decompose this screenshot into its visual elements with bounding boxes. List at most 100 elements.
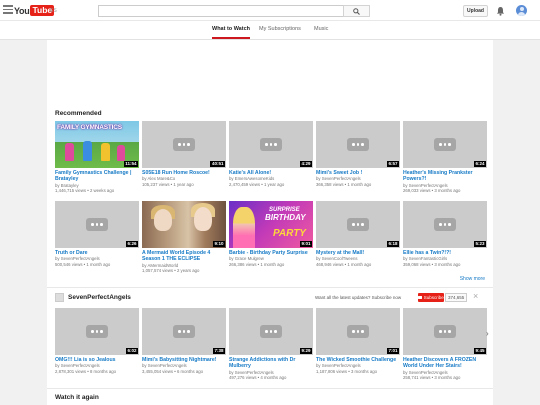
video-thumbnail[interactable]: 6:26 bbox=[55, 201, 139, 248]
thumbnail-banner: PARTY bbox=[273, 228, 306, 239]
video-card[interactable]: 9:45 Heather Discovers A FROZEN World Un… bbox=[403, 308, 487, 380]
logo-you-text: You bbox=[14, 5, 30, 16]
video-title[interactable]: Heather's Missing Prankster Powers?! bbox=[403, 170, 487, 183]
video-card[interactable]: 7:01 The Wicked Smoothie Challenge by Se… bbox=[316, 308, 400, 374]
video-stats: 3,455,054 views • 6 months ago bbox=[142, 368, 204, 374]
channel-name[interactable]: SevenPerfectAngels bbox=[68, 294, 131, 301]
video-card[interactable]: 6:57 Mimi's Sweet Job ! by SevenPerfectA… bbox=[316, 121, 400, 187]
video-card[interactable]: 5:23 Ellie has a Twin?!?! by SevenFantas… bbox=[403, 201, 487, 267]
masthead: You Tube ES Upload bbox=[0, 0, 540, 21]
video-thumbnail[interactable]: 40:51 bbox=[142, 121, 226, 168]
channel-avatar[interactable] bbox=[55, 293, 64, 302]
video-card[interactable]: 9:29 Strange Addictions with Dr Mulberry… bbox=[229, 308, 313, 380]
tab-music[interactable]: Music bbox=[314, 26, 328, 39]
video-title[interactable]: Family Gymnastics Challenge | Bratayley bbox=[55, 170, 139, 183]
video-duration: 9:01 bbox=[299, 241, 312, 247]
youtube-play-icon bbox=[418, 296, 423, 299]
video-thumbnail[interactable]: 9:10 bbox=[142, 201, 226, 248]
video-duration: 6:26 bbox=[125, 241, 138, 247]
video-stats: 1,446,715 views • 2 weeks ago bbox=[55, 187, 115, 193]
video-card[interactable]: 7:38 Mimi's Babysitting Nightmare! by Se… bbox=[142, 308, 226, 374]
video-thumbnail[interactable]: 9:45 bbox=[403, 308, 487, 355]
video-card[interactable]: SURPRISE BIRTHDAY PARTY 9:01 Barbie - Bi… bbox=[229, 201, 313, 267]
video-thumbnail[interactable]: 7:01 bbox=[316, 308, 400, 355]
subscribe-prompt: Want all the latest updates? Subscribe n… bbox=[315, 295, 402, 300]
video-card[interactable]: FAMILY GYMNASTICS 11:54 Family Gymnastic… bbox=[55, 121, 139, 193]
video-thumbnail[interactable]: SURPRISE BIRTHDAY PARTY 9:01 bbox=[229, 201, 313, 248]
feed-tabs: What to Watch My Subscriptions Music bbox=[0, 21, 540, 40]
thumbnail-banner: BIRTHDAY bbox=[265, 213, 306, 222]
video-thumbnail[interactable]: FAMILY GYMNASTICS 11:54 bbox=[55, 121, 139, 168]
tab-my-subscriptions[interactable]: My Subscriptions bbox=[259, 26, 301, 39]
thumbnail-placeholder-icon bbox=[434, 138, 456, 151]
video-duration: 5:23 bbox=[473, 241, 486, 247]
video-thumbnail[interactable]: 5:23 bbox=[403, 201, 487, 248]
video-card[interactable]: 4:29 Katie's All Alone! by EmersAwesomeK… bbox=[229, 121, 313, 187]
video-duration: 4:29 bbox=[299, 161, 312, 167]
video-thumbnail[interactable]: 9:29 bbox=[229, 308, 313, 355]
video-card[interactable]: 6:26 Truth or Dare by SevenPerfectAngels… bbox=[55, 201, 139, 267]
close-icon[interactable]: × bbox=[473, 291, 478, 301]
video-duration: 7:38 bbox=[212, 348, 225, 354]
video-stats: 266,386 views • 1 month ago bbox=[229, 261, 285, 267]
video-card[interactable]: 6:02 OMG!!! Lia is so Jealous by SevenPe… bbox=[55, 308, 139, 374]
video-duration: 6:24 bbox=[473, 161, 486, 167]
video-duration: 6:57 bbox=[386, 161, 399, 167]
thumbnail-placeholder-icon bbox=[347, 218, 369, 231]
video-stats: 105,237 views • 1 year ago bbox=[142, 181, 194, 187]
video-stats: 269,033 views • 3 months ago bbox=[403, 187, 461, 193]
subscriber-count: 374,655 bbox=[445, 293, 468, 302]
search-icon bbox=[353, 7, 360, 15]
video-card[interactable]: 9:10 A Mermaid World Episode 4 Season 1 … bbox=[142, 201, 226, 273]
video-thumbnail[interactable]: 6:02 bbox=[55, 308, 139, 355]
video-stats: 258,741 views • 3 months ago bbox=[403, 374, 461, 380]
video-thumbnail[interactable]: 4:29 bbox=[229, 121, 313, 168]
video-duration: 6:02 bbox=[125, 348, 138, 354]
video-stats: 497,276 views • 4 months ago bbox=[229, 374, 287, 380]
video-title[interactable]: Heather Discovers A FROZEN World Under H… bbox=[403, 357, 487, 370]
search-button[interactable] bbox=[343, 5, 370, 17]
thumbnail-placeholder-icon bbox=[434, 325, 456, 338]
video-card[interactable]: 6:18 Mystery at the Mall! by SevenCoolTw… bbox=[316, 201, 400, 267]
subscribe-button[interactable]: Subscribe bbox=[418, 293, 444, 302]
video-title[interactable]: A Mermaid World Episode 4 Season 1 THE E… bbox=[142, 250, 226, 263]
thumbnail-placeholder-icon bbox=[260, 138, 282, 151]
video-stats: 366,358 views • 1 month ago bbox=[316, 181, 372, 187]
region-code: ES bbox=[50, 8, 57, 14]
tab-what-to-watch[interactable]: What to Watch bbox=[212, 26, 250, 39]
account-avatar-icon[interactable] bbox=[516, 5, 527, 16]
thumbnail-placeholder-icon bbox=[434, 218, 456, 231]
video-duration: 6:18 bbox=[386, 241, 399, 247]
recommended-title: Recommended bbox=[55, 110, 102, 117]
video-stats: 1,187,806 views • 3 months ago bbox=[316, 368, 378, 374]
section-divider bbox=[47, 388, 493, 389]
upload-button[interactable]: Upload bbox=[463, 5, 488, 17]
video-card[interactable]: 6:24 Heather's Missing Prankster Powers?… bbox=[403, 121, 487, 193]
video-duration: 11:54 bbox=[123, 161, 138, 167]
youtube-logo[interactable]: You Tube bbox=[14, 4, 55, 17]
chevron-right-icon[interactable]: › bbox=[486, 329, 489, 338]
video-duration: 7:01 bbox=[386, 348, 399, 354]
video-thumbnail[interactable]: 6:57 bbox=[316, 121, 400, 168]
thumbnail-banner: FAMILY GYMNASTICS bbox=[57, 124, 122, 131]
section-divider bbox=[47, 287, 493, 288]
bell-icon[interactable] bbox=[496, 6, 505, 16]
video-card[interactable]: 40:51 S05E18 Run Home Roscoe! by Alex Ma… bbox=[142, 121, 226, 187]
search-input[interactable] bbox=[98, 5, 344, 17]
video-stats: 500,546 views • 1 month ago bbox=[55, 261, 111, 267]
video-thumbnail[interactable]: 6:18 bbox=[316, 201, 400, 248]
watch-again-title: Watch it again bbox=[55, 394, 99, 401]
thumbnail-placeholder-icon bbox=[173, 325, 195, 338]
video-duration: 9:29 bbox=[299, 348, 312, 354]
video-duration: 9:10 bbox=[212, 241, 225, 247]
video-thumbnail[interactable]: 6:24 bbox=[403, 121, 487, 168]
show-more-link[interactable]: Show more bbox=[460, 276, 485, 282]
video-thumbnail[interactable]: 7:38 bbox=[142, 308, 226, 355]
main-content: Recommended FAMILY GYMNASTICS 11:54 Fami… bbox=[47, 40, 493, 405]
video-title[interactable]: Strange Addictions with Dr Mulberry bbox=[229, 357, 313, 370]
thumbnail-placeholder-icon bbox=[260, 325, 282, 338]
thumbnail-placeholder-icon bbox=[347, 325, 369, 338]
video-stats: 2,470,459 views • 1 year ago bbox=[229, 181, 285, 187]
guide-menu-icon[interactable] bbox=[3, 5, 13, 15]
video-duration: 9:45 bbox=[473, 348, 486, 354]
